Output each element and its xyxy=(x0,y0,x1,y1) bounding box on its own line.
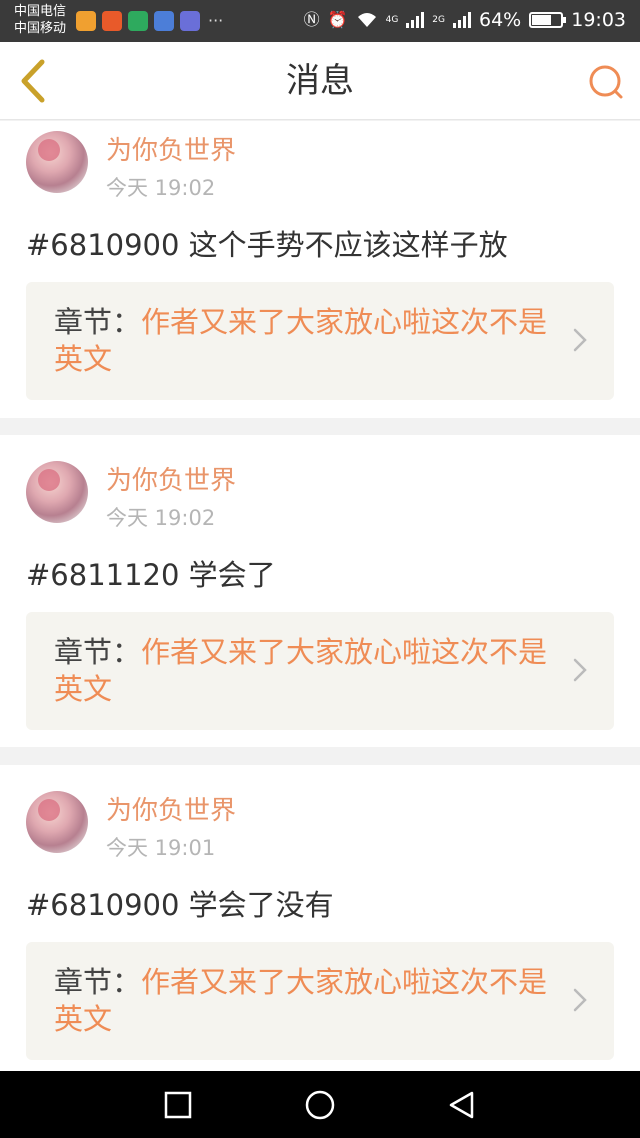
signal-icon-1 xyxy=(406,12,425,28)
chapter-link[interactable]: 章节：作者又来了大家放心啦这次不是英文 xyxy=(26,612,614,730)
carrier-1: 中国电信 xyxy=(14,4,67,19)
chapter-link[interactable]: 章节：作者又来了大家放心啦这次不是英文 xyxy=(26,942,614,1060)
triangle-back-icon xyxy=(449,1091,474,1119)
circle-home-icon xyxy=(305,1090,335,1120)
app-notification-icon xyxy=(76,11,96,31)
square-recent-apps-icon xyxy=(164,1091,192,1119)
store-app-icon xyxy=(128,11,148,31)
message-content: #6810900 学会了没有 xyxy=(26,888,334,922)
notification-icons: ··· xyxy=(76,11,223,31)
chapter-link[interactable]: 章节：作者又来了大家放心啦这次不是英文 xyxy=(26,282,614,400)
search-icon xyxy=(589,65,623,99)
chapter-label: 章节： xyxy=(54,965,142,999)
message-content: #6811120 学会了 xyxy=(26,558,276,592)
network-2g-label: 2G xyxy=(432,15,445,25)
home-button[interactable] xyxy=(300,1085,340,1125)
system-status: Ⓝ ⏰ 4G 2G 64% 19:03 xyxy=(304,8,626,32)
message-time: 今天 19:02 xyxy=(106,506,216,530)
message-card[interactable]: 为你负世界 今天 19:01 #6810900 学会了没有 章节：作者又来了大家… xyxy=(0,765,640,1071)
chevron-right-icon xyxy=(573,988,587,1012)
app-header: 消息 xyxy=(0,42,640,120)
chevron-right-icon xyxy=(573,328,587,352)
network-4g-label: 4G xyxy=(385,15,399,25)
nfc-icon: Ⓝ xyxy=(303,10,320,29)
alarm-icon: ⏰ xyxy=(327,10,348,29)
status-bar: 中国电信 中国移动 ··· Ⓝ ⏰ 4G 2G 64% 19:03 xyxy=(0,0,640,42)
message-content: #6810900 这个手势不应该这样子放 xyxy=(26,228,508,262)
page-title: 消息 xyxy=(286,61,354,101)
carrier-info: 中国电信 中国移动 xyxy=(14,3,66,37)
system-back-button[interactable] xyxy=(442,1085,482,1125)
avatar[interactable] xyxy=(26,131,88,193)
music-app-icon xyxy=(154,11,174,31)
message-card[interactable]: 为你负世界 今天 19:02 #6811120 学会了 章节：作者又来了大家放心… xyxy=(0,435,640,747)
player-app-icon xyxy=(180,11,200,31)
username[interactable]: 为你负世界 xyxy=(106,135,236,167)
message-time: 今天 19:01 xyxy=(106,836,216,860)
chapter-label: 章节： xyxy=(54,305,142,339)
clock: 19:03 xyxy=(571,9,626,31)
system-nav-bar xyxy=(0,1071,640,1138)
message-card[interactable]: 为你负世界 今天 19:02 #6810900 这个手势不应该这样子放 章节：作… xyxy=(0,121,640,418)
username[interactable]: 为你负世界 xyxy=(106,795,236,827)
signal-icon-2 xyxy=(453,12,471,28)
username[interactable]: 为你负世界 xyxy=(106,465,236,497)
avatar[interactable] xyxy=(26,791,88,853)
wifi-icon xyxy=(357,13,376,27)
carrier-2: 中国移动 xyxy=(14,21,67,36)
search-button[interactable] xyxy=(586,62,626,102)
chapter-label: 章节： xyxy=(54,635,142,669)
battery-percent: 64% xyxy=(479,9,522,31)
message-time: 今天 19:02 xyxy=(106,176,216,200)
chevron-right-icon xyxy=(573,658,587,682)
avatar[interactable] xyxy=(26,461,88,523)
video-app-icon xyxy=(102,11,122,31)
battery-icon xyxy=(529,12,567,28)
recent-apps-button[interactable] xyxy=(158,1085,198,1125)
more-notifications: ··· xyxy=(208,11,224,30)
